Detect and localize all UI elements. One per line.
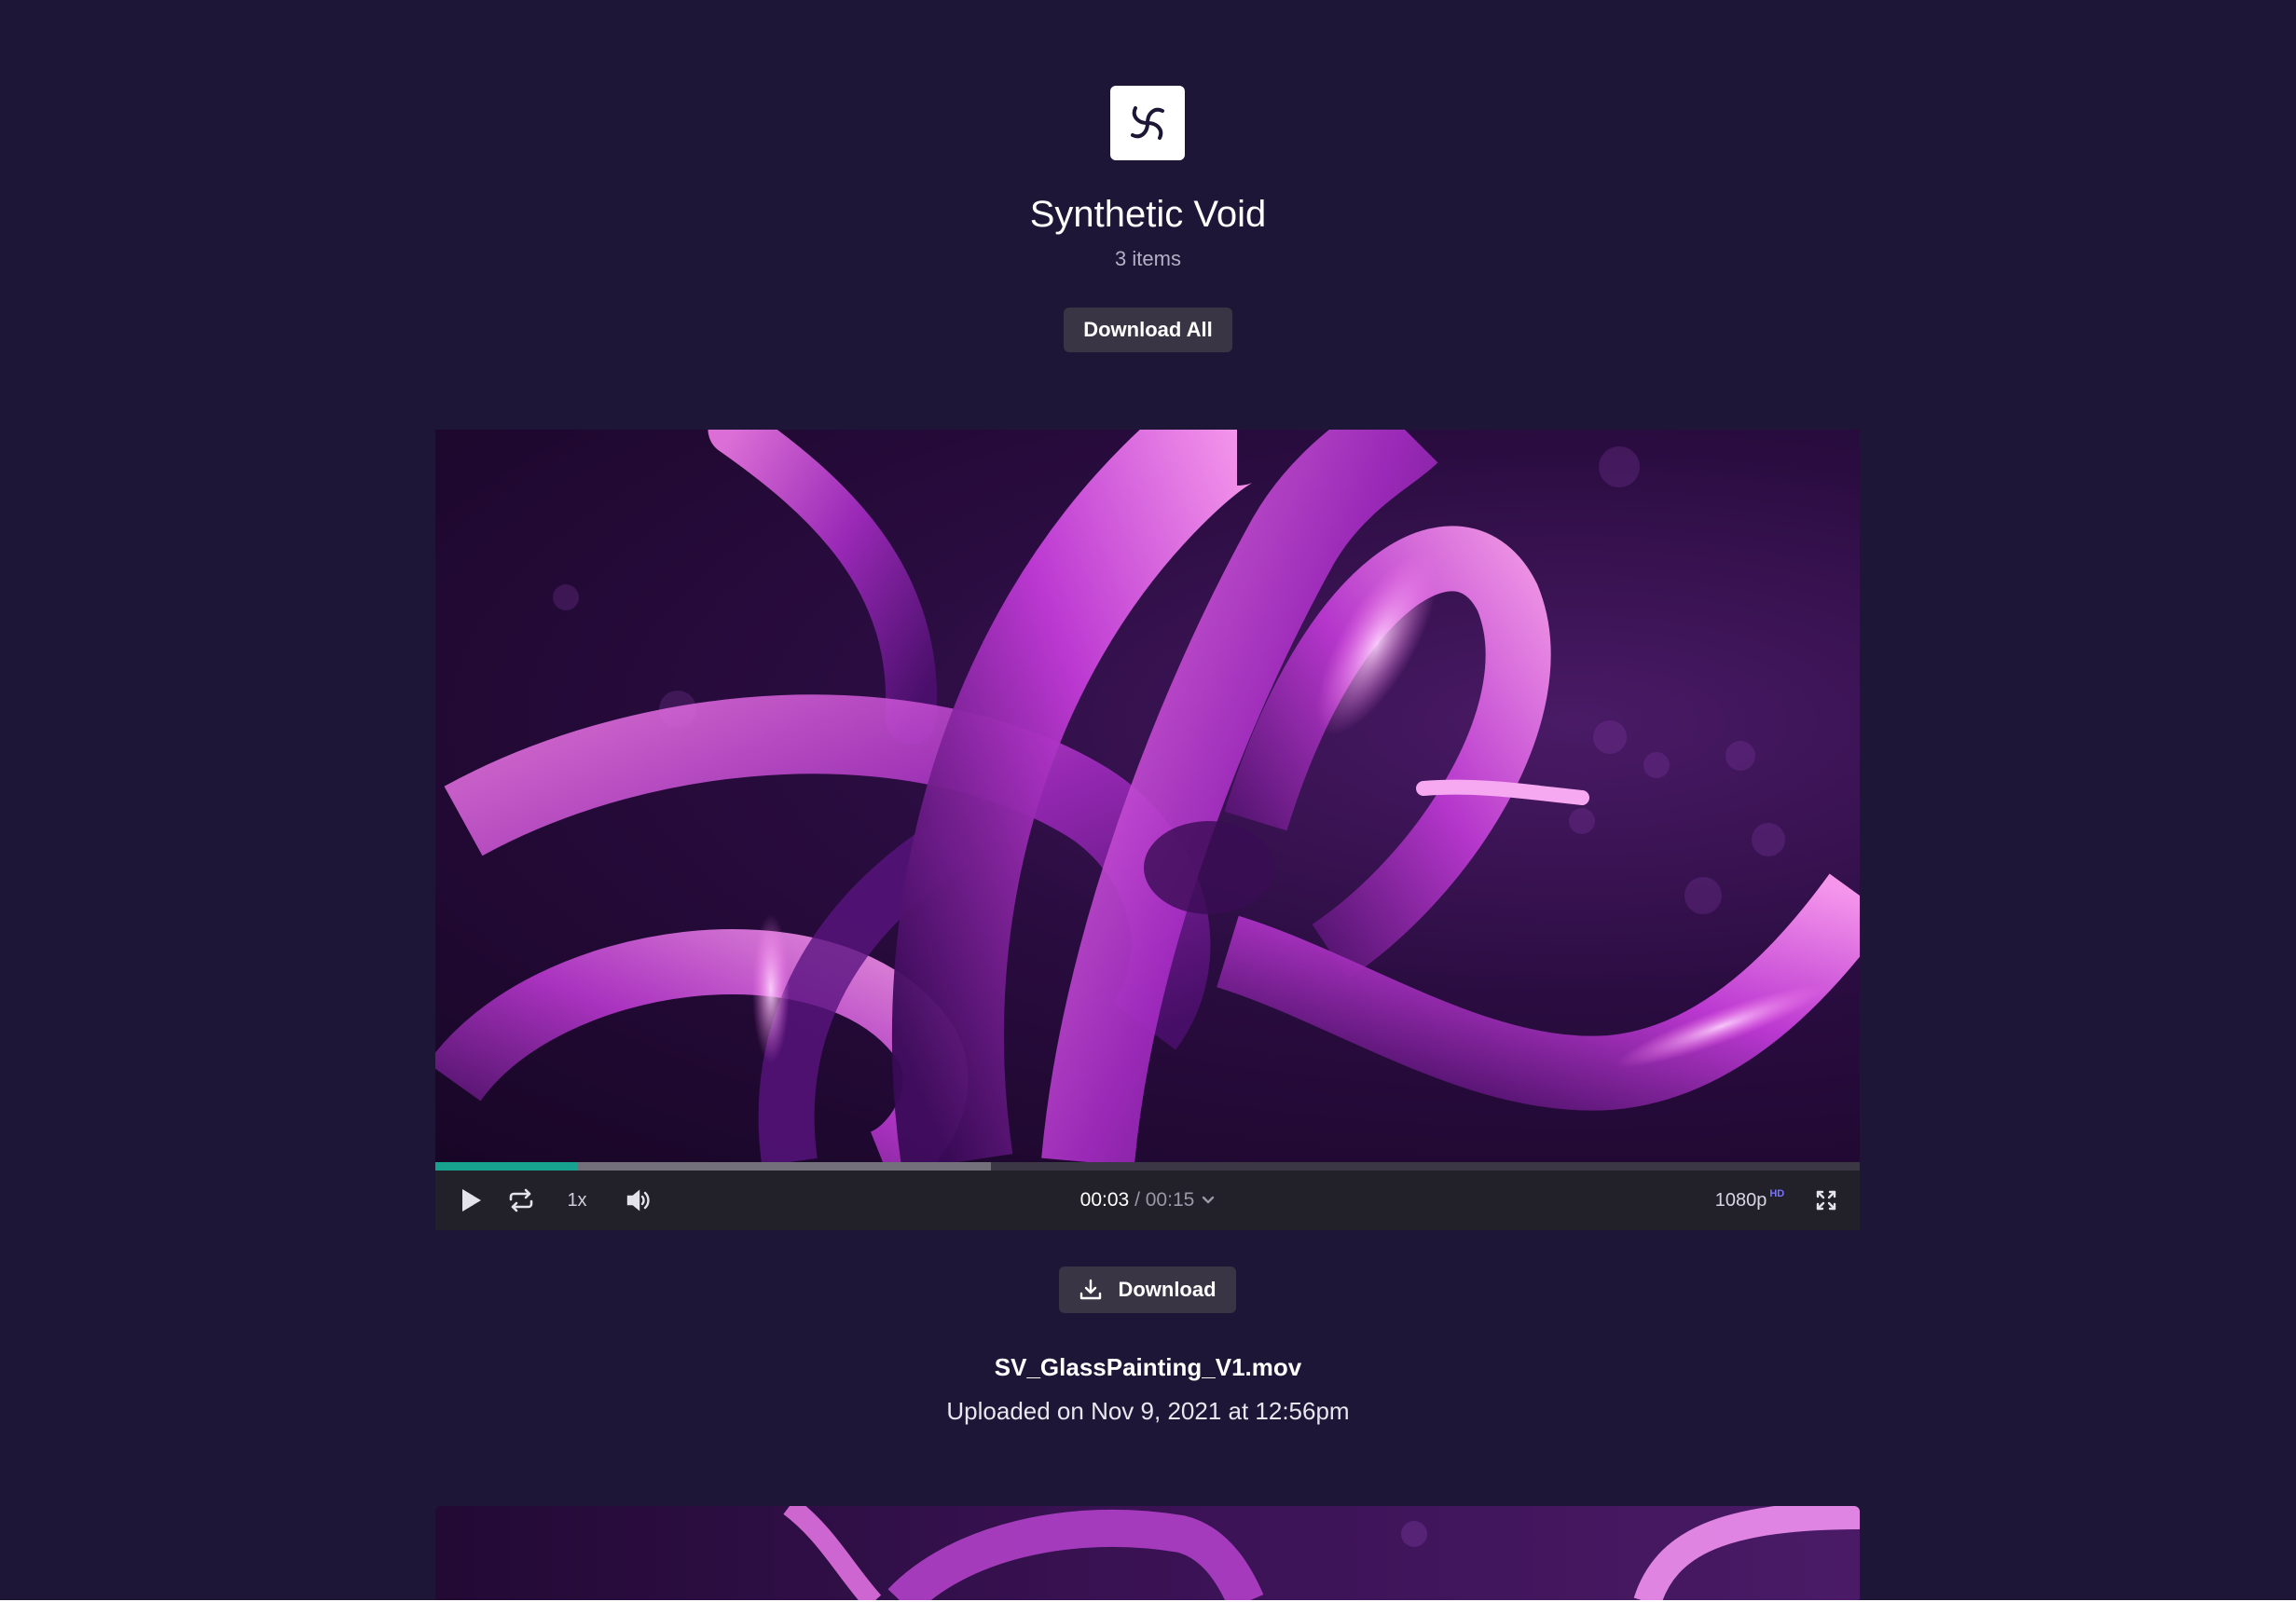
progress-played: [435, 1162, 578, 1171]
progress-bar[interactable]: [435, 1162, 1860, 1171]
project-logo: [1110, 86, 1185, 160]
play-button[interactable]: [454, 1171, 489, 1230]
upload-date: Uploaded on Nov 9, 2021 at 12:56pm: [946, 1397, 1350, 1425]
video-still: [435, 430, 1860, 1162]
project-title: Synthetic Void: [1029, 194, 1267, 235]
player-controls: 1x 00:03 / 00:15 1080p HD: [435, 1171, 1860, 1230]
item-count: 3 items: [1115, 247, 1181, 270]
hd-badge: HD: [1769, 1188, 1785, 1199]
fullscreen-icon: [1816, 1190, 1836, 1211]
loop-button[interactable]: [502, 1171, 540, 1230]
play-icon: [462, 1189, 481, 1212]
fullscreen-button[interactable]: [1809, 1171, 1843, 1230]
download-all-button[interactable]: Download All: [1064, 308, 1232, 352]
asset-filename: SV_GlassPainting_V1.mov: [994, 1353, 1302, 1381]
time-format-toggle[interactable]: [1202, 1196, 1215, 1205]
video-player: 1x 00:03 / 00:15 1080p HD: [435, 430, 1860, 1230]
download-icon-wrap: [1079, 1278, 1103, 1302]
volume-icon: [626, 1189, 650, 1212]
volume-button[interactable]: [620, 1171, 657, 1230]
download-label: Download: [1118, 1278, 1217, 1301]
duration: 00:15: [1145, 1189, 1195, 1211]
quality-selector[interactable]: 1080p HD: [1707, 1171, 1793, 1230]
download-icon: [1080, 1279, 1102, 1300]
current-time: 00:03: [1079, 1189, 1130, 1211]
spiral-logo-icon: [1131, 106, 1164, 140]
video-frame[interactable]: [435, 430, 1860, 1162]
quality-label: 1080p: [1714, 1189, 1767, 1211]
time-separator: /: [1129, 1189, 1146, 1211]
next-item-still: [783, 1506, 1860, 1602]
download-button[interactable]: Download: [1059, 1267, 1236, 1313]
speed-button[interactable]: 1x: [558, 1171, 596, 1230]
chevron-down-icon: [1203, 1196, 1215, 1204]
loop-icon: [509, 1188, 533, 1212]
next-item-thumbnail[interactable]: [435, 1506, 1860, 1602]
